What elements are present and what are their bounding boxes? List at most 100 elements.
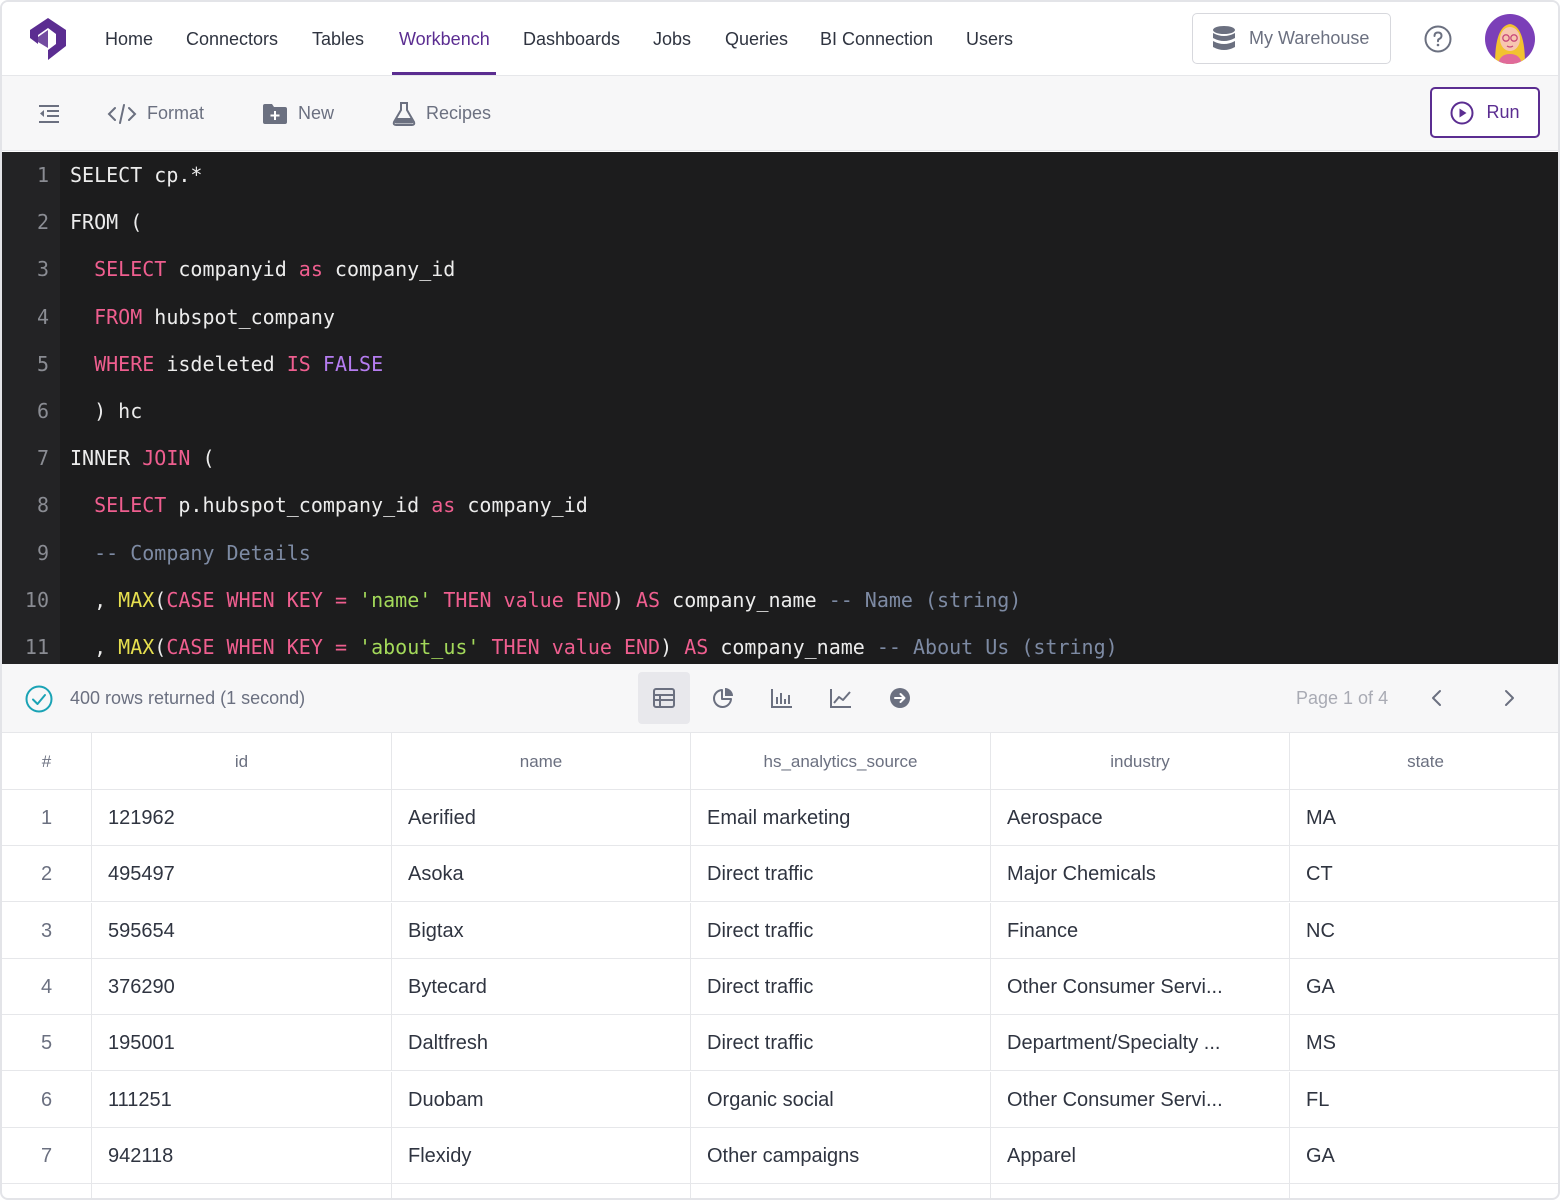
column-header[interactable]: name: [392, 733, 691, 790]
line-chart-icon: [830, 689, 851, 708]
nav-users[interactable]: Users: [966, 2, 1013, 76]
row-index: 2: [2, 846, 92, 903]
code-line[interactable]: 5 WHERE isdeleted IS FALSE: [2, 341, 1558, 388]
code-token: SELECT: [94, 257, 167, 282]
line-number: 1: [36, 163, 49, 187]
code-line[interactable]: 9 -- Company Details: [2, 530, 1558, 577]
code-line[interactable]: 1 SELECT cp.*: [2, 152, 1558, 199]
row-index: 5: [2, 1015, 92, 1072]
format-label: Format: [147, 103, 205, 123]
nav-queries[interactable]: Queries: [725, 2, 788, 76]
recipes-button[interactable]: Recipes: [392, 76, 491, 151]
nav-workbench[interactable]: Workbench: [399, 2, 490, 76]
line-chart-view-button[interactable]: [815, 672, 867, 724]
warehouse-selector-button[interactable]: My Warehouse: [1192, 13, 1391, 64]
column-header[interactable]: id: [92, 733, 392, 790]
column-header[interactable]: industry: [991, 733, 1290, 790]
toggle-sidebar-button[interactable]: [38, 76, 60, 151]
indent-icon: [39, 104, 59, 123]
code-line[interactable]: 3 SELECT companyid as company_id: [2, 246, 1558, 293]
top-navigation: Home Connectors Tables Workbench Dashboa…: [2, 2, 1558, 76]
code-text: FROM (: [70, 199, 142, 246]
code-token: company_name: [708, 635, 877, 659]
table-row[interactable]: 4 376290 Bytecard Direct traffic Other Consu…: [2, 958, 1558, 1015]
table-cell: Flexidy: [392, 1127, 691, 1184]
flask-icon: [392, 101, 416, 126]
logo-icon[interactable]: [26, 16, 70, 62]
export-button[interactable]: [874, 672, 926, 724]
bar-chart-view-button[interactable]: [756, 672, 808, 724]
warehouse-label: My Warehouse: [1249, 28, 1370, 48]
code-line[interactable]: 11 , MAX(CASE WHEN KEY = 'about_us' THEN…: [2, 624, 1558, 664]
line-number: 8: [36, 493, 49, 518]
table-row[interactable]: 6 111251 Duobam Organic social Other Consume…: [2, 1071, 1558, 1128]
code-token: 'about_us': [359, 635, 480, 659]
code-token: THEN: [491, 635, 540, 659]
table-cell-empty: [991, 1184, 1290, 1198]
nav-jobs[interactable]: Jobs: [653, 2, 691, 76]
code-text: INNER JOIN (: [70, 435, 215, 482]
table-row[interactable]: 7 942118 Flexidy Other campaigns Apparel GA: [2, 1127, 1558, 1184]
help-icon[interactable]: [1424, 25, 1452, 53]
code-token: CASE WHEN KEY: [166, 635, 323, 659]
editor-toolbar: Format New Recipes Run: [2, 76, 1558, 151]
code-token: MAX: [118, 635, 155, 659]
nav-connectors[interactable]: Connectors: [186, 2, 278, 76]
table-cell: Major Chemicals: [991, 846, 1290, 903]
column-header[interactable]: state: [1290, 733, 1558, 790]
sql-editor[interactable]: 1 SELECT cp.* 2 FROM (3 SELECT companyid as…: [2, 152, 1558, 664]
table-cell: 376290: [92, 958, 392, 1015]
code-token: (: [190, 446, 215, 471]
table-row[interactable]: 2 495497 Asoka Direct traffic Major Chemical…: [2, 846, 1558, 903]
pie-chart-view-button[interactable]: [697, 672, 749, 724]
table-row[interactable]: 5 195001 Daltfresh Direct traffic Department…: [2, 1015, 1558, 1072]
row-index: 7: [2, 1127, 92, 1184]
nav-tables[interactable]: Tables: [312, 2, 364, 76]
table-row[interactable]: 1 121962 Aerified Email marketing Aerospace M…: [2, 790, 1558, 846]
table-row-partial: [2, 1184, 1558, 1198]
code-text: SELECT companyid as company_id: [70, 246, 455, 293]
row-index: 4: [2, 958, 92, 1015]
code-line[interactable]: 6 ) hc: [2, 388, 1558, 435]
code-line[interactable]: 8 SELECT p.hubspot_company_id as company…: [2, 482, 1558, 529]
table-cell: Email marketing: [691, 790, 991, 846]
bar-chart-icon: [771, 689, 792, 708]
nav-home[interactable]: Home: [105, 2, 153, 76]
column-header[interactable]: hs_analytics_source: [691, 733, 991, 790]
run-button[interactable]: Run: [1430, 87, 1540, 138]
column-header[interactable]: #: [2, 733, 92, 790]
format-button[interactable]: Format: [107, 76, 204, 151]
table-view-button[interactable]: [638, 672, 690, 724]
code-token: company_id: [455, 493, 588, 518]
nav-dashboards[interactable]: Dashboards: [523, 2, 620, 76]
chevron-right-icon[interactable]: [1497, 686, 1521, 710]
table-cell: Department/Specialty ...: [991, 1015, 1290, 1072]
new-button[interactable]: New: [262, 76, 334, 151]
code-token: (: [154, 635, 167, 659]
table-cell-empty: [1290, 1184, 1558, 1198]
line-number: 6: [36, 399, 49, 423]
user-avatar[interactable]: [1485, 14, 1535, 64]
table-cell: Other Consumer Servi...: [991, 958, 1290, 1015]
nav-bi-connection[interactable]: BI Connection: [820, 2, 933, 76]
table-row[interactable]: 3 595654 Bigtax Direct traffic Finance NC: [2, 902, 1558, 959]
avatar-image: [1485, 14, 1535, 64]
code-line[interactable]: 7 INNER JOIN (: [2, 435, 1558, 482]
chevron-left-icon[interactable]: [1425, 686, 1449, 710]
table-header-row: # id name hs_analytics_source industry state: [2, 733, 1558, 790]
code-token: THEN: [443, 587, 492, 612]
row-index: 6: [2, 1071, 92, 1128]
code-token: FROM (: [70, 210, 143, 235]
code-line[interactable]: 4 FROM hubspot_company: [2, 294, 1558, 341]
pie-chart-icon: [713, 688, 733, 708]
code-line[interactable]: 2 FROM (: [2, 199, 1558, 246]
results-status: 400 rows returned (1 second): [70, 688, 306, 708]
code-text: -- Company Details: [70, 530, 311, 577]
table-cell-empty: [2, 1184, 92, 1198]
code-line[interactable]: 10 , MAX(CASE WHEN KEY = 'name' THEN val…: [2, 577, 1558, 624]
